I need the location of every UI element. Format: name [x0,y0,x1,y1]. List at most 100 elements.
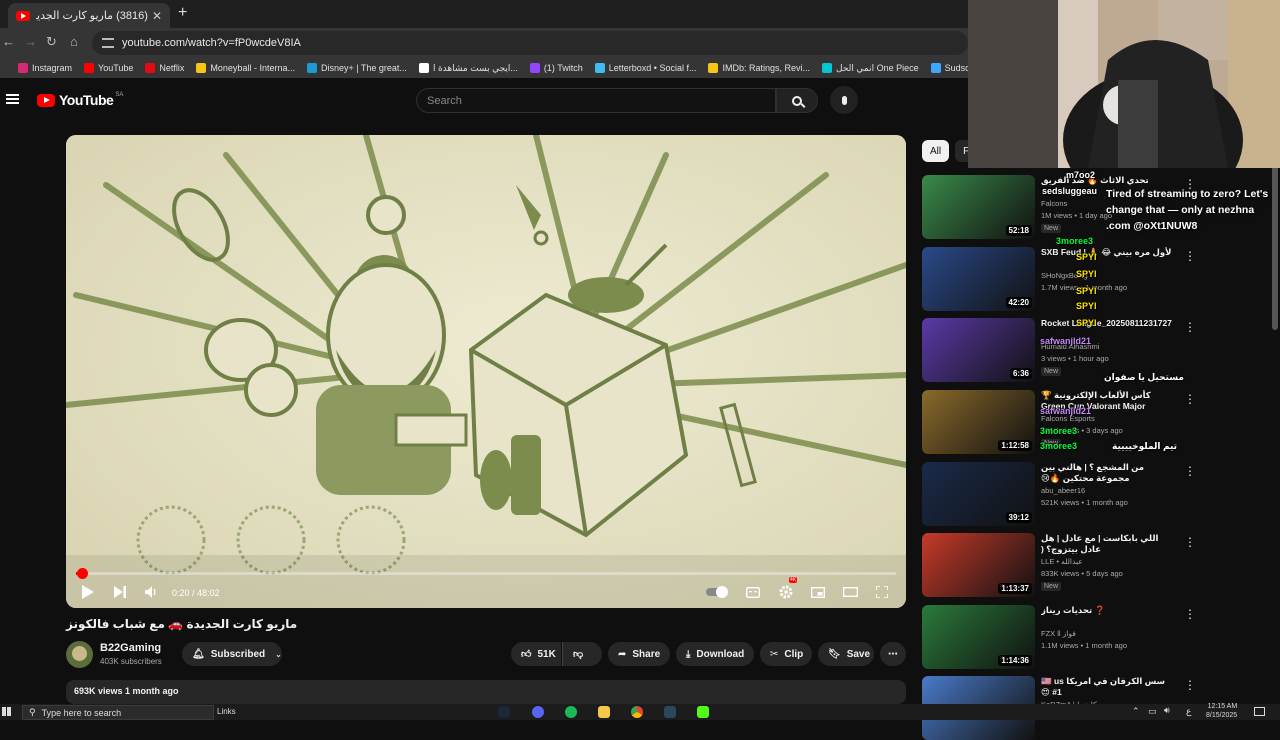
video-duration: 52:18 [1005,225,1032,236]
home-icon[interactable]: ⌂ [70,34,78,49]
more-vert-icon[interactable]: ⋮ [1184,464,1196,478]
search-input[interactable]: Search [416,88,776,113]
share-label: Share [632,648,661,660]
recommended-video[interactable]: 39:12 من المشجع ؟ | هالني بين مجموعة محتك… [922,462,1272,526]
recommended-channel[interactable]: FZX ll فواز [1041,629,1076,638]
recommended-title: سس الكرفان في امريكا 🇺🇸 us #1 😍 [1041,676,1165,697]
channel-name[interactable]: B22Gaming [100,642,161,654]
bookmark-item[interactable]: (1) Twitch [529,63,583,74]
bookmark-item[interactable]: YouTube [84,63,133,74]
youtube-wordmark: YouTube [59,92,114,108]
theater-mode-button[interactable] [841,582,859,602]
recommended-channel[interactable]: abu_abeer16 [1041,486,1085,495]
play-button[interactable] [80,582,96,602]
share-button[interactable]: ➦ Share [608,642,670,666]
bookmark-favicon-icon [145,63,156,73]
bookmark-label: انمي الحل One Piece [836,62,919,73]
autoplay-toggle-icon [706,586,728,598]
video-thumbnail[interactable]: 1:14:36 [922,605,1035,669]
voice-search-button[interactable] [830,86,858,114]
chip-all[interactable]: All [922,140,950,162]
clip-label: Clip [784,648,804,660]
mute-button[interactable] [143,582,159,602]
youtube-logo[interactable]: YouTube SA [37,92,123,108]
save-button[interactable]: 🔖︎ Save [818,642,874,666]
steam-icon[interactable] [498,706,510,718]
chrome-icon[interactable] [631,706,643,718]
dislike-button[interactable]: 👎︎ [562,642,602,666]
chat-overlay: m7oo2 sedsluggeau 3moree3 SPYI SPYI SPYI SPYI s… [1040,168,1280,458]
address-bar-row: ← → ↻ ⌂ youtube.com/watch?v=fP0wcdeV8IA [0,28,968,58]
bookmark-item[interactable]: IMDb: Ratings, Revi... [708,63,810,74]
taskbar-search-input[interactable]: ⚲ Type here to search [22,705,214,720]
url-field[interactable]: youtube.com/watch?v=fP0wcdeV8IA [92,31,968,55]
subscribed-button[interactable]: 🔔︎ Subscribed ⌄ [182,642,282,666]
more-vert-icon[interactable]: ⋮ [1184,607,1196,621]
more-actions-button[interactable]: ⋯ [880,642,906,666]
miniplayer-button[interactable] [809,582,827,602]
channel-avatar[interactable] [66,641,93,668]
links-toolbar[interactable]: Links [217,707,236,716]
bookmark-item[interactable]: Sudscene [930,63,968,74]
progress-bar[interactable] [76,568,896,579]
clock[interactable]: 12:15 AM 8/15/2025 [1206,702,1237,720]
menu-icon[interactable] [6,94,19,104]
close-tab-icon[interactable]: ✕ [152,9,162,23]
bookmark-item[interactable]: Netflix [145,63,184,74]
like-button[interactable]: 👍︎ 51K [511,642,561,666]
site-info-icon[interactable] [102,38,114,48]
video-thumbnail[interactable]: 42:20 [922,247,1035,311]
description-box[interactable]: 693K views 1 month ago [66,680,906,704]
more-vert-icon[interactable]: ⋮ [1184,535,1196,549]
autoplay-toggle[interactable] [706,582,730,602]
spotify-icon[interactable] [565,706,577,718]
discord-icon[interactable] [532,706,544,718]
kick-icon[interactable] [697,706,709,718]
settings-button[interactable] [777,582,795,602]
more-vert-icon[interactable]: ⋮ [1184,678,1196,692]
chat-line: مستحيل يا صفوان [1104,372,1184,382]
bookmark-item[interactable]: Moneyball - Interna... [196,63,295,74]
new-tab-icon[interactable]: + [178,4,187,22]
recommended-video[interactable]: 1:14:36 ❓ تحديات ريناز FZX ll فواز 1.1M vie… [922,605,1272,669]
reload-icon[interactable]: ↻ [46,34,57,50]
back-icon[interactable]: ← [2,34,15,49]
clip-button[interactable]: ✂ Clip [760,642,812,666]
bookmark-item[interactable]: انمي الحل One Piece [822,63,919,74]
tab-title: (3816) ماريو كارت الجديدة 🚗 مع [36,10,148,22]
bookmark-favicon-icon [822,63,832,73]
video-thumbnail[interactable]: 52:18 [922,175,1035,239]
chat-line: SPYI [1076,269,1097,279]
video-player[interactable]: 0:20 / 48:02 4K [66,135,906,608]
captions-button[interactable] [744,582,762,602]
play-icon [82,585,94,599]
bookmark-item[interactable]: Instagram [18,63,72,74]
download-button[interactable]: ⤓ Download [676,642,754,666]
network-icon[interactable]: ▭ [1148,706,1157,717]
video-thumbnail[interactable]: 1:12:58 [922,390,1035,454]
video-thumbnail[interactable]: 6:36 [922,318,1035,382]
file-explorer-icon[interactable] [598,706,610,718]
volume-tray-icon[interactable]: 🔊︎ [1164,705,1170,716]
next-button[interactable] [112,582,128,602]
search-button[interactable] [776,88,818,113]
notifications-icon[interactable] [1254,707,1265,716]
bookmark-item[interactable]: Disney+ | The great... [306,63,407,74]
microphone-icon [841,95,847,105]
browser-tab-youtube[interactable]: (3816) ماريو كارت الجديدة 🚗 مع ✕ [8,3,170,28]
video-thumbnail[interactable]: 1:13:37 [922,533,1035,597]
bookmark-item[interactable]: ايجي بست مشاهدة ا... [418,63,518,74]
forward-icon[interactable]: → [24,34,37,49]
input-language[interactable]: ع [1186,706,1191,717]
search-icon: ⚲ [29,707,36,717]
recommended-video[interactable]: 1:13:37 اللي بابكاست | مع عادل | هل عادل … [922,533,1272,597]
tray-chevron-up-icon[interactable]: ⌃ [1132,706,1140,717]
fullscreen-button[interactable] [873,582,891,602]
bookmark-item[interactable]: Letterboxd • Social f... [594,63,697,74]
bookmark-label: Letterboxd • Social f... [608,63,697,73]
chat-line: SPYI [1076,286,1097,296]
windows-start-icon[interactable] [2,707,11,716]
video-thumbnail[interactable]: 39:12 [922,462,1035,526]
recommended-channel[interactable]: LLE • عبدالله [1041,557,1083,566]
steam-client-icon[interactable] [664,706,676,718]
